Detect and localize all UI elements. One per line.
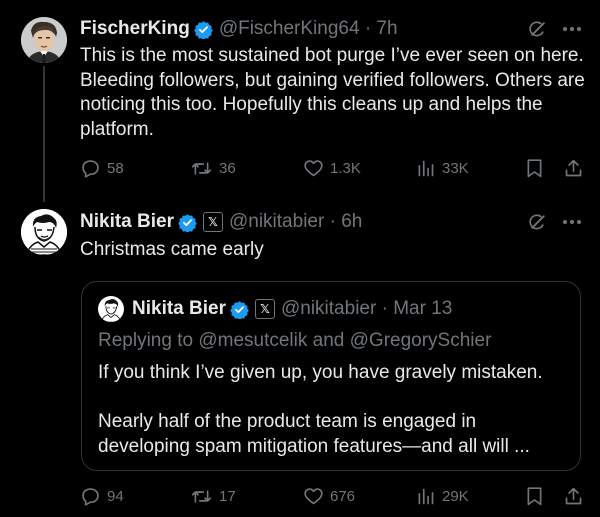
avatar-fischerking[interactable] xyxy=(21,17,67,63)
tweet2-header: Nikita Bier 𝕏 @nikitabier · 6h xyxy=(80,209,362,235)
more-options-icon[interactable] xyxy=(562,214,582,235)
like-count: 676 xyxy=(330,488,356,505)
tweet2-text: Christmas came early xyxy=(80,239,264,260)
views-button[interactable]: 33K xyxy=(415,158,469,179)
like-count: 1.3K xyxy=(330,160,361,177)
tweet1-text: This is the most sustained bot purge I’v… xyxy=(80,45,585,140)
reply-button[interactable]: 58 xyxy=(80,158,124,179)
bookmark-icon xyxy=(527,159,542,178)
quote-text: If you think I’ve given up, you have gra… xyxy=(98,361,568,459)
views-icon xyxy=(418,488,434,505)
share-icon xyxy=(565,487,582,505)
quote-author-handle: @nikitabier · Mar 13 xyxy=(280,298,453,319)
x-affiliate-badge-icon: 𝕏 xyxy=(254,299,275,319)
more-options-icon[interactable] xyxy=(562,21,582,42)
quote-author-name: Nikita Bier xyxy=(132,298,226,319)
repost-icon xyxy=(191,490,212,503)
author-handle[interactable]: @FischerKing64 · 7h xyxy=(219,18,398,40)
reply-count: 94 xyxy=(107,488,124,505)
author-name[interactable]: FischerKing xyxy=(80,18,190,40)
reply-icon xyxy=(82,160,99,178)
bookmark-button[interactable] xyxy=(525,158,544,179)
quoted-tweet[interactable]: Nikita Bier 𝕏 @nikitabier · Mar 13 Reply… xyxy=(81,281,581,471)
views-button[interactable]: 29K xyxy=(415,486,469,507)
quote-line-1: If you think I’ve given up, you have gra… xyxy=(98,362,543,383)
like-button[interactable]: 1.3K xyxy=(303,158,361,179)
share-icon xyxy=(565,159,582,177)
quote-line-2: Nearly half of the product team is engag… xyxy=(98,411,530,457)
bookmark-icon xyxy=(527,487,542,506)
repost-button[interactable]: 17 xyxy=(190,486,236,507)
grok-icon[interactable] xyxy=(528,19,548,44)
verified-badge-icon xyxy=(193,20,213,39)
repost-button[interactable]: 36 xyxy=(190,158,236,179)
share-button[interactable] xyxy=(563,486,584,507)
views-count: 29K xyxy=(442,488,469,505)
views-count: 33K xyxy=(442,160,469,177)
x-affiliate-badge-icon: 𝕏 xyxy=(202,212,223,232)
tweet1-actions: 58 36 1.3K 33K xyxy=(0,158,600,182)
like-button[interactable]: 676 xyxy=(303,486,355,507)
grok-icon[interactable] xyxy=(528,212,548,237)
avatar-nikitabier[interactable] xyxy=(21,209,67,255)
author-name[interactable]: Nikita Bier xyxy=(80,211,174,233)
share-button[interactable] xyxy=(563,158,584,179)
verified-badge-icon xyxy=(230,300,249,319)
quote-avatar xyxy=(98,296,124,322)
bookmark-button[interactable] xyxy=(525,486,544,507)
repost-count: 17 xyxy=(219,488,236,505)
verified-badge-icon xyxy=(178,213,197,232)
reply-icon xyxy=(82,488,99,506)
views-icon xyxy=(418,160,434,177)
heart-icon xyxy=(304,160,323,177)
heart-icon xyxy=(304,488,323,505)
reply-count: 58 xyxy=(107,160,124,177)
repost-count: 36 xyxy=(219,160,236,177)
author-handle[interactable]: @nikitabier · 6h xyxy=(229,211,362,233)
tweet1-header: FischerKing @FischerKing64 · 7h xyxy=(80,16,398,42)
quote-replying-to: Replying to @mesutcelik and @GregorySchi… xyxy=(98,330,492,351)
tweet2-actions: 94 17 676 29K xyxy=(0,486,600,510)
reply-button[interactable]: 94 xyxy=(80,486,124,507)
repost-icon xyxy=(191,162,212,175)
quote-header: Nikita Bier 𝕏 @nikitabier · Mar 13 xyxy=(132,296,452,322)
